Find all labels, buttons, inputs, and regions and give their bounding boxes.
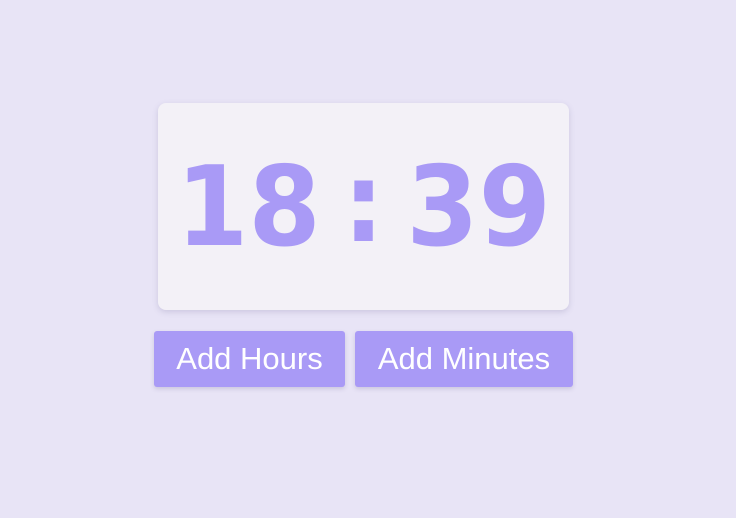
clock-hours: 18	[175, 141, 321, 272]
add-hours-button[interactable]: Add Hours	[154, 331, 345, 387]
clock-separator: :	[342, 137, 385, 267]
clock-display: 18 : 39	[175, 141, 552, 272]
clock-card: 18 : 39	[158, 103, 569, 310]
clock-minutes: 39	[406, 141, 552, 272]
add-minutes-button[interactable]: Add Minutes	[355, 331, 573, 387]
